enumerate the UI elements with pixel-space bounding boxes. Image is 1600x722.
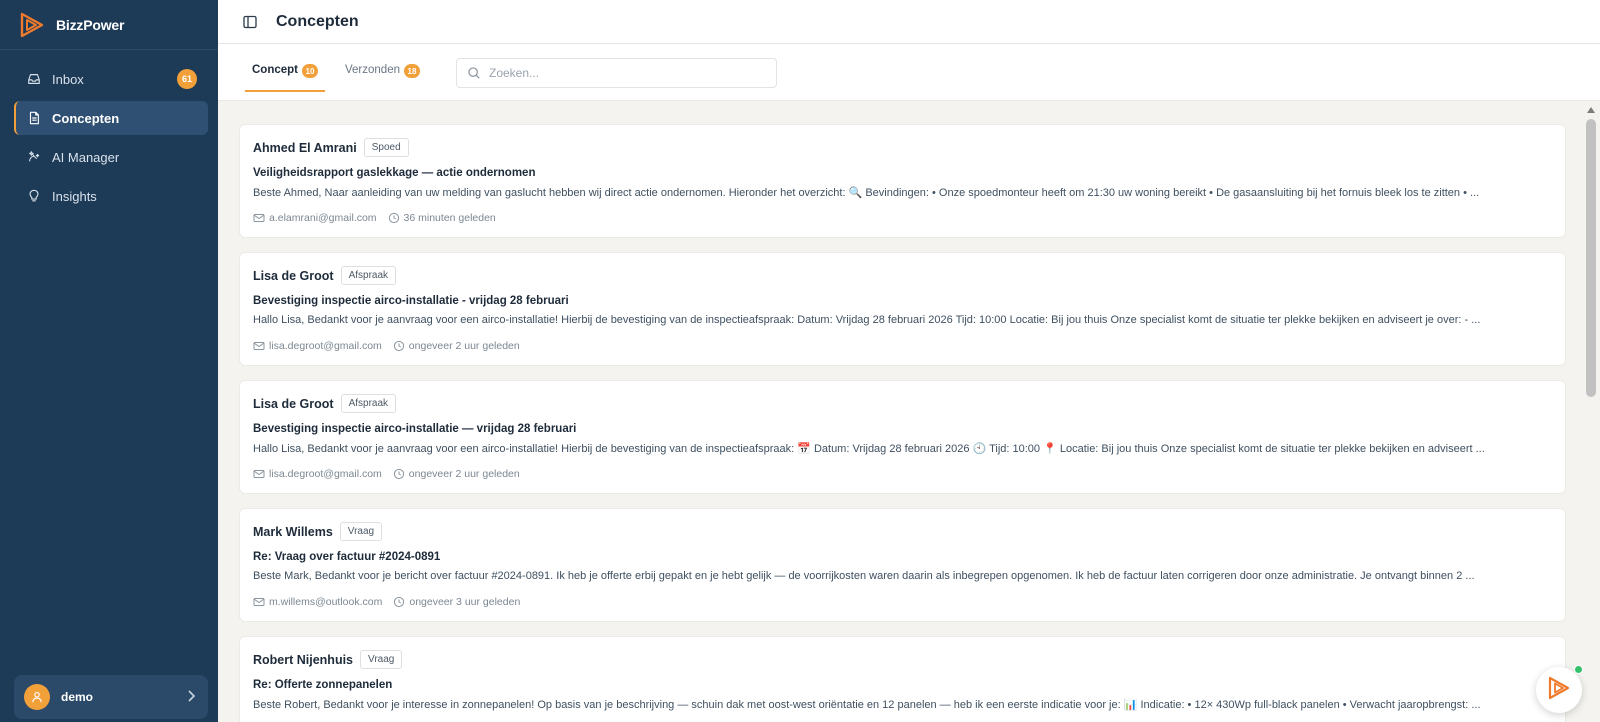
sidebar-item-inbox[interactable]: Inbox 61 bbox=[14, 62, 208, 96]
draft-preview: Beste Ahmed, Naar aanleiding van uw meld… bbox=[253, 187, 1480, 199]
sidebar-item-ai-manager[interactable]: AI Manager bbox=[14, 140, 208, 174]
assistant-button[interactable] bbox=[1536, 665, 1583, 713]
bizzpower-logo-icon bbox=[18, 11, 46, 39]
user-icon bbox=[24, 684, 50, 710]
draft-sender: Lisa de Groot bbox=[253, 268, 334, 283]
tab-label: Verzonden bbox=[345, 64, 400, 76]
draft-tag: Afspraak bbox=[340, 394, 397, 413]
page-title: Concepten bbox=[276, 12, 359, 30]
draft-meta: lisa.degroot@gmail.com ongeveer 2 uur ge… bbox=[253, 468, 520, 480]
user-name: demo bbox=[61, 690, 94, 704]
mail-icon bbox=[253, 340, 265, 352]
draft-preview: Hallo Lisa, Bedankt voor je aanvraag voo… bbox=[253, 314, 1481, 326]
bizzpower-assistant-icon bbox=[1545, 674, 1573, 707]
sidebar-item-insights[interactable]: Insights bbox=[14, 179, 208, 213]
draft-preview: Hallo Lisa, Bedankt voor je aanvraag voo… bbox=[253, 443, 1485, 455]
sidebar-item-label: Insights bbox=[52, 188, 97, 204]
app-name: BizzPower bbox=[56, 16, 125, 33]
draft-sender: Mark Willems bbox=[253, 524, 333, 539]
draft-preview: Beste Robert, Bedankt voor je interesse … bbox=[253, 699, 1481, 711]
sparkle-hand-icon bbox=[26, 149, 42, 165]
brand[interactable]: BizzPower bbox=[0, 0, 218, 50]
user-menu[interactable]: demo bbox=[14, 675, 208, 719]
draft-time: ongeveer 3 uur geleden bbox=[409, 596, 521, 608]
clock-icon bbox=[393, 596, 405, 608]
draft-sender: Robert Nijenhuis bbox=[253, 652, 354, 667]
draft-subject: Bevestiging inspectie airco-installatie … bbox=[253, 423, 577, 435]
tab-count-badge: 18 bbox=[404, 64, 420, 78]
draft-sender: Ahmed El Amrani bbox=[253, 140, 357, 155]
draft-preview: Beste Mark, Bedankt voor je bericht over… bbox=[253, 570, 1475, 582]
drafts-list: Ahmed El Amrani Spoed Veiligheidsrapport… bbox=[218, 101, 1600, 722]
draft-meta: m.willems@outlook.com ongeveer 3 uur gel… bbox=[253, 596, 520, 608]
lightbulb-icon bbox=[26, 188, 42, 204]
draft-header: Ahmed El Amrani Spoed bbox=[253, 138, 409, 157]
inbox-count-badge: 61 bbox=[177, 69, 197, 89]
tab-count-badge: 10 bbox=[302, 64, 318, 78]
draft-tag: Vraag bbox=[360, 650, 403, 669]
draft-tag: Afspraak bbox=[340, 266, 397, 285]
tab-concept[interactable]: Concept 10 bbox=[245, 64, 325, 92]
draft-card[interactable]: Mark Willems Vraag Re: Vraag over factuu… bbox=[239, 508, 1566, 622]
draft-header: Lisa de Groot Afspraak bbox=[253, 266, 397, 285]
draft-subject: Re: Vraag over factuur #2024-0891 bbox=[253, 551, 441, 563]
draft-tag: Spoed bbox=[363, 138, 409, 157]
draft-header: Lisa de Groot Afspraak bbox=[253, 394, 397, 413]
sidebar-nav: Inbox 61 Concepten AI Manager Insights bbox=[0, 50, 218, 213]
draft-card[interactable]: Robert Nijenhuis Vraag Re: Offerte zonne… bbox=[239, 636, 1566, 722]
sidebar-item-label: Inbox bbox=[52, 71, 84, 87]
scroll-up-icon[interactable] bbox=[1587, 107, 1595, 113]
sidebar: BizzPower Inbox 61 Concepten AI Manager bbox=[0, 0, 218, 722]
draft-tag: Vraag bbox=[339, 522, 383, 541]
online-status-dot bbox=[1574, 665, 1583, 674]
mail-icon bbox=[253, 468, 265, 480]
draft-time: 36 minuten geleden bbox=[403, 212, 496, 224]
search-box[interactable] bbox=[456, 58, 777, 88]
draft-card[interactable]: Lisa de Groot Afspraak Bevestiging inspe… bbox=[239, 380, 1566, 494]
inbox-icon bbox=[26, 71, 42, 87]
draft-meta: a.elamrani@gmail.com 36 minuten geleden bbox=[253, 212, 496, 224]
mail-icon bbox=[253, 212, 265, 224]
document-icon bbox=[26, 110, 42, 126]
draft-email: a.elamrani@gmail.com bbox=[269, 212, 377, 224]
draft-email: m.willems@outlook.com bbox=[269, 596, 383, 608]
mail-icon bbox=[253, 596, 265, 608]
draft-email: lisa.degroot@gmail.com bbox=[269, 468, 382, 480]
sidebar-item-concepten[interactable]: Concepten bbox=[14, 101, 208, 135]
scrollbar-thumb[interactable] bbox=[1586, 119, 1596, 397]
draft-subject: Veiligheidsrapport gaslekkage — actie on… bbox=[253, 167, 536, 179]
draft-subject: Re: Offerte zonnepanelen bbox=[253, 679, 393, 691]
draft-time: ongeveer 2 uur geleden bbox=[408, 468, 520, 480]
clock-icon bbox=[388, 212, 400, 224]
sidebar-toggle-icon[interactable] bbox=[242, 14, 258, 30]
clock-icon bbox=[393, 340, 405, 352]
sidebar-item-label: AI Manager bbox=[52, 149, 120, 165]
draft-meta: lisa.degroot@gmail.com ongeveer 2 uur ge… bbox=[253, 340, 520, 352]
draft-subject: Bevestiging inspectie airco-installatie … bbox=[253, 295, 569, 307]
draft-card[interactable]: Lisa de Groot Afspraak Bevestiging inspe… bbox=[239, 252, 1566, 366]
draft-header: Mark Willems Vraag bbox=[253, 522, 383, 541]
main-content: Concepten Concept 10 Verzonden 18 Ahmed … bbox=[218, 0, 1600, 722]
draft-email: lisa.degroot@gmail.com bbox=[269, 340, 382, 352]
clock-icon bbox=[393, 468, 405, 480]
tab-bar: Concept 10 Verzonden 18 bbox=[218, 44, 1600, 101]
tab-label: Concept bbox=[252, 64, 298, 76]
draft-card[interactable]: Ahmed El Amrani Spoed Veiligheidsrapport… bbox=[239, 124, 1566, 238]
chevron-right-icon bbox=[186, 689, 196, 708]
scrollbar[interactable] bbox=[1582, 101, 1600, 722]
search-icon bbox=[467, 66, 481, 80]
topbar: Concepten bbox=[218, 0, 1600, 44]
sidebar-item-label: Concepten bbox=[52, 110, 120, 126]
draft-sender: Lisa de Groot bbox=[253, 396, 334, 411]
draft-header: Robert Nijenhuis Vraag bbox=[253, 650, 403, 669]
draft-time: ongeveer 2 uur geleden bbox=[408, 340, 520, 352]
tab-verzonden[interactable]: Verzonden 18 bbox=[345, 64, 435, 92]
search-input[interactable] bbox=[489, 66, 759, 80]
